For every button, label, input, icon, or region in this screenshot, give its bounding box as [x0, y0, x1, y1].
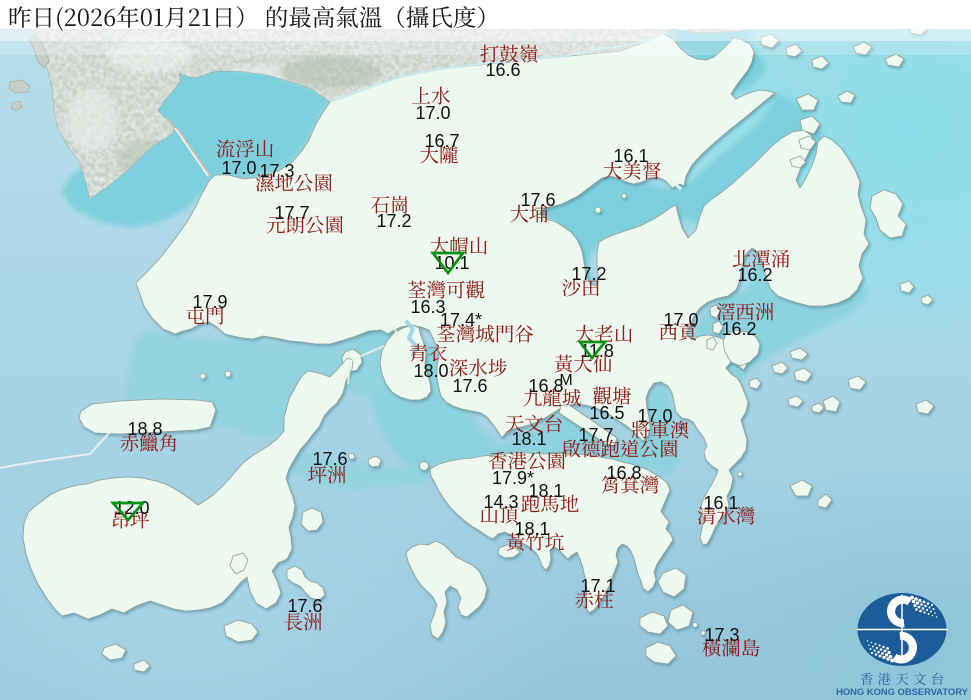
svg-text:17.7: 17.7 [578, 425, 613, 445]
svg-text:16.7: 16.7 [424, 131, 459, 151]
svg-text:17.7: 17.7 [274, 203, 309, 223]
svg-text:16.6: 16.6 [485, 60, 520, 80]
svg-text:17.6: 17.6 [520, 190, 555, 210]
svg-text:18.8: 18.8 [127, 419, 162, 439]
svg-text:M: M [559, 372, 572, 389]
svg-text:16.2: 16.2 [721, 319, 756, 339]
svg-text:16.5: 16.5 [589, 403, 624, 423]
svg-text:17.0: 17.0 [663, 310, 698, 330]
svg-text:16.2: 16.2 [737, 265, 772, 285]
svg-text:17.0: 17.0 [637, 406, 672, 426]
svg-text:18.0: 18.0 [413, 361, 448, 381]
svg-text:17.4*: 17.4* [440, 310, 482, 330]
svg-text:17.3: 17.3 [259, 161, 294, 181]
svg-text:14.3: 14.3 [483, 492, 518, 512]
svg-text:16.1: 16.1 [613, 146, 648, 166]
svg-text:HONG KONG OBSERVATORY: HONG KONG OBSERVATORY [836, 686, 969, 697]
svg-text:17.1: 17.1 [580, 576, 615, 596]
svg-text:17.2: 17.2 [376, 211, 411, 231]
svg-text:17.9: 17.9 [192, 292, 227, 312]
svg-text:18.1: 18.1 [511, 429, 546, 449]
svg-text:18.1: 18.1 [528, 481, 563, 501]
svg-text:16.8: 16.8 [606, 463, 641, 483]
svg-text:17.2: 17.2 [571, 264, 606, 284]
svg-text:17.0: 17.0 [221, 158, 256, 178]
svg-text:17.6: 17.6 [452, 376, 487, 396]
svg-text:17.0: 17.0 [415, 103, 450, 123]
svg-text:16.1: 16.1 [703, 493, 738, 513]
svg-text:18.1: 18.1 [514, 519, 549, 539]
svg-text:16.8: 16.8 [528, 376, 563, 396]
svg-text:17.6: 17.6 [287, 596, 322, 616]
svg-text:17.6: 17.6 [312, 449, 347, 469]
svg-text:17.3: 17.3 [704, 625, 739, 645]
